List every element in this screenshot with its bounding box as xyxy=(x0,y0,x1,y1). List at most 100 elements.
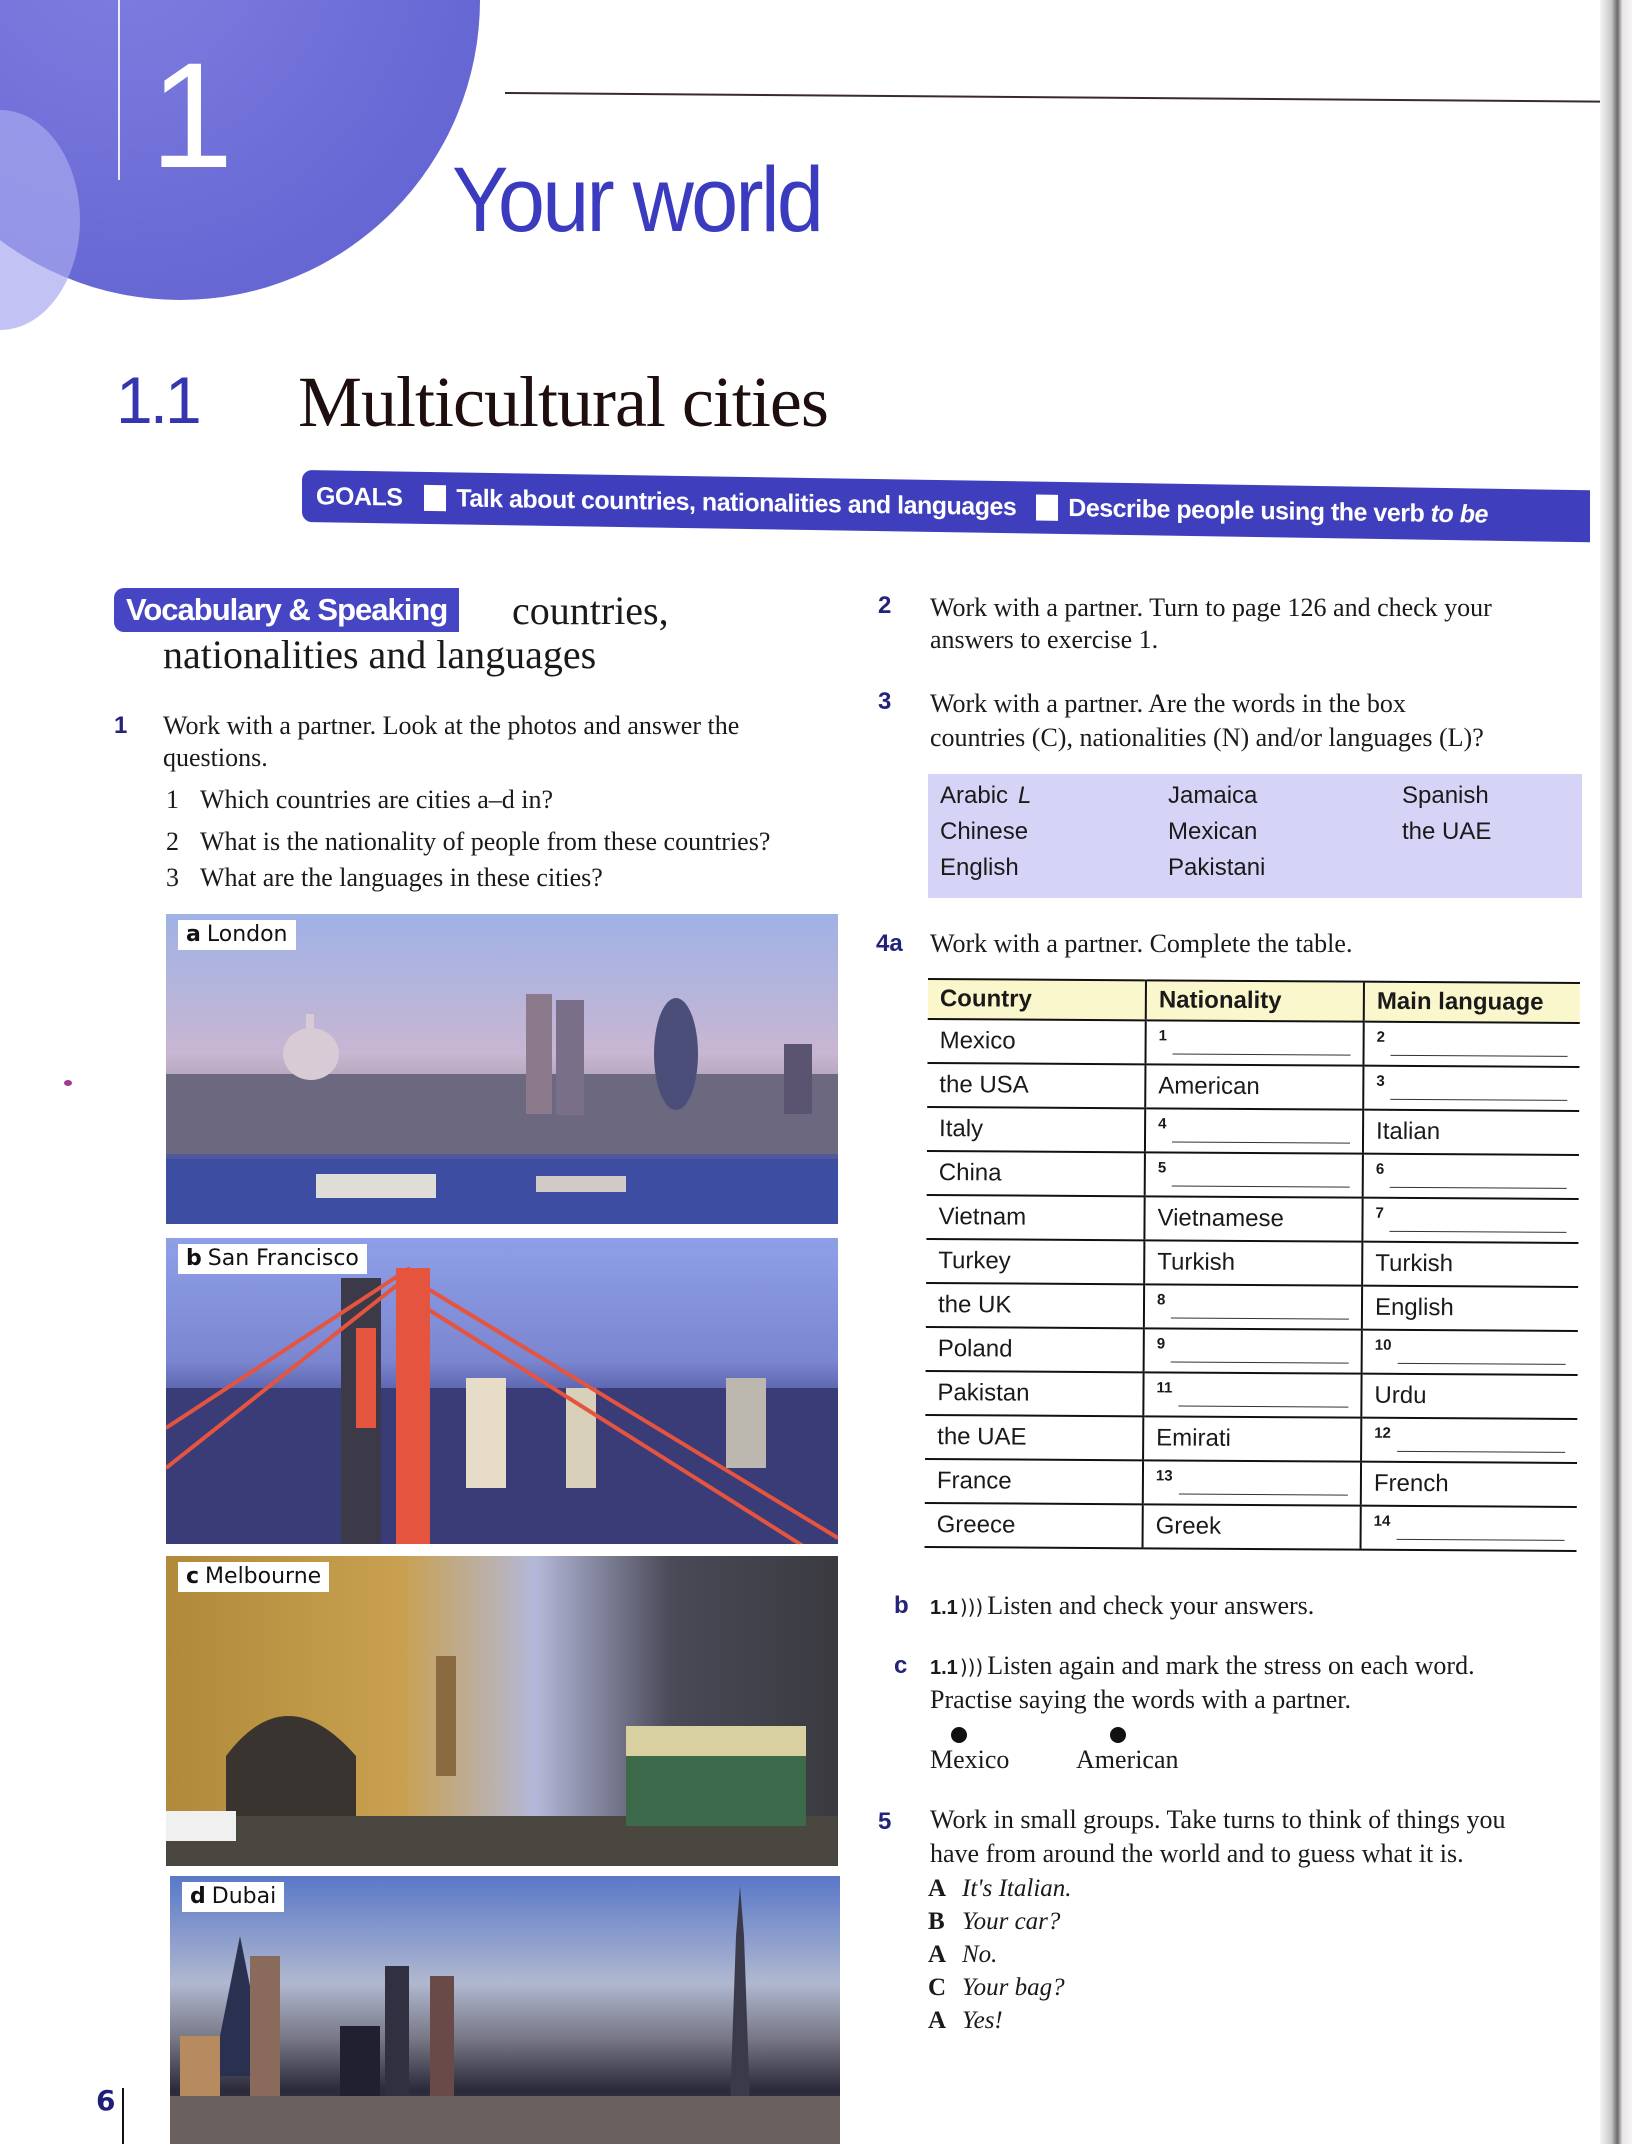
table-row: Turkey Turkish Turkish xyxy=(926,1238,1579,1287)
speaker-label: C xyxy=(928,1974,947,2001)
photo-caption: b San Francisco xyxy=(178,1244,367,1274)
stress-dot-icon xyxy=(1110,1727,1126,1743)
exercise-number: 3 xyxy=(878,688,892,715)
answer-blank[interactable]: 2 xyxy=(1377,1028,1568,1057)
question-number: 3 xyxy=(166,863,179,892)
country-cell: Italy xyxy=(926,1106,1146,1153)
photo-dubai: d Dubai xyxy=(170,1876,840,2144)
answer-blank[interactable]: 14 xyxy=(1374,1512,1565,1541)
word-item: Arabic L xyxy=(940,778,1031,814)
photo-city: London xyxy=(206,922,288,947)
column-header: Main language xyxy=(1363,981,1580,1023)
answer-blank[interactable]: 5 xyxy=(1158,1159,1350,1188)
nationality-blank-cell: 9 xyxy=(1143,1328,1362,1374)
nationality-blank-cell: 13 xyxy=(1142,1460,1362,1506)
answer-line[interactable] xyxy=(1172,1118,1351,1144)
speaker-label: A xyxy=(928,2007,947,2034)
answer-line[interactable] xyxy=(1172,1162,1350,1188)
blank-number: 4 xyxy=(1158,1114,1167,1132)
nationality-cell: Vietnamese xyxy=(1144,1196,1363,1242)
dialogue-text: It's Italian. xyxy=(962,1875,1072,1902)
question-item: 1 Which countries are cities a–d in? xyxy=(166,784,553,816)
language-blank-cell: 10 xyxy=(1361,1329,1578,1375)
answer-line[interactable] xyxy=(1396,1516,1565,1541)
goal-emphasis: to be xyxy=(1430,499,1488,529)
answer-line[interactable] xyxy=(1172,1030,1351,1056)
san-francisco-bridge-illustration xyxy=(166,1266,838,1544)
answer-line[interactable] xyxy=(1397,1340,1566,1365)
language-cell: Turkish xyxy=(1362,1241,1579,1287)
word-item: Jamaica xyxy=(1168,782,1258,809)
exercise-instruction: questions. xyxy=(163,743,268,772)
audio-waves-icon[interactable]: ))) xyxy=(960,1655,983,1679)
answer-blank[interactable]: 6 xyxy=(1376,1160,1567,1189)
answer-blank[interactable]: 1 xyxy=(1159,1027,1351,1056)
answer-blank[interactable]: 9 xyxy=(1157,1335,1349,1364)
answer-line[interactable] xyxy=(1390,1076,1568,1101)
section-tag: Vocabulary & Speaking xyxy=(114,588,460,632)
word-item: Pakistani xyxy=(1168,854,1266,881)
language-blank-cell: 7 xyxy=(1362,1197,1579,1243)
table-row: the UK 8 English xyxy=(925,1282,1579,1331)
answer-line[interactable] xyxy=(1389,1208,1567,1233)
goal-item: Talk about countries, nationalities and … xyxy=(456,483,1017,521)
audio-track-number: 1.1 xyxy=(930,1657,958,1679)
photo-letter: c xyxy=(186,1564,200,1589)
answer-blank[interactable]: 13 xyxy=(1156,1467,1348,1496)
question-item: 3 What are the languages in these cities? xyxy=(166,862,603,894)
country-cell: Pakistan xyxy=(925,1370,1144,1417)
exercise-instruction: have from around the world and to guess … xyxy=(930,1839,1464,1868)
answer-blank[interactable]: 11 xyxy=(1156,1379,1349,1408)
table-header-row: Country Nationality Main language xyxy=(927,979,1580,1023)
nationality-cell: Emirati xyxy=(1143,1416,1362,1462)
table-row: Vietnam Vietnamese 7 xyxy=(926,1194,1579,1243)
dialogue-text: No. xyxy=(962,1941,998,1968)
answer-blank[interactable]: 8 xyxy=(1157,1291,1350,1320)
london-skyline-illustration xyxy=(166,994,838,1224)
answer-line[interactable] xyxy=(1171,1338,1349,1364)
answer-blank[interactable]: 4 xyxy=(1158,1115,1351,1144)
blank-number: 12 xyxy=(1374,1424,1391,1442)
answer-blank[interactable]: 10 xyxy=(1375,1336,1566,1365)
answer-line[interactable] xyxy=(1171,1294,1350,1320)
table-row: the USA American 3 xyxy=(927,1062,1580,1111)
stress-example-word: American xyxy=(1076,1745,1179,1774)
checkbox-square-icon xyxy=(1036,494,1059,521)
melbourne-street-illustration xyxy=(166,1656,838,1866)
answer-line[interactable] xyxy=(1178,1471,1348,1496)
exercise-instruction: Work in small groups. Take turns to thin… xyxy=(930,1805,1506,1834)
audio-waves-icon[interactable]: ))) xyxy=(960,1595,983,1619)
table-row: the UAE Emirati 12 xyxy=(925,1414,1578,1463)
dialogue-line: B Your car? xyxy=(928,1905,1072,1938)
word-box: Arabic L Chinese English Jamaica Mexican … xyxy=(928,774,1582,898)
word-column: Spanish the UAE xyxy=(1402,778,1491,850)
answer-blank[interactable]: 7 xyxy=(1375,1204,1567,1233)
answer-line[interactable] xyxy=(1390,1164,1567,1189)
table-row: France 13 French xyxy=(924,1458,1578,1507)
answer-line[interactable] xyxy=(1178,1383,1349,1408)
language-cell: English xyxy=(1361,1285,1579,1331)
nationality-cell: Turkish xyxy=(1144,1240,1363,1286)
language-blank-cell: 3 xyxy=(1363,1065,1580,1111)
question-number: 2 xyxy=(166,827,179,856)
photo-city: San Francisco xyxy=(207,1246,359,1271)
answer-line[interactable] xyxy=(1390,1032,1568,1057)
table-row: Pakistan 11 Urdu xyxy=(925,1370,1578,1419)
answer-blank[interactable]: 12 xyxy=(1374,1424,1566,1453)
country-cell: Vietnam xyxy=(926,1194,1145,1241)
dialogue-line: C Your bag? xyxy=(928,1971,1072,2004)
photo-caption: a London xyxy=(178,920,296,950)
example-dialogue: A It's Italian. B Your car? A No. C Your bag… xyxy=(928,1872,1072,2037)
country-cell: Mexico xyxy=(927,1018,1146,1065)
photo-city: Dubai xyxy=(211,1884,277,1909)
photo-caption: d Dubai xyxy=(182,1882,285,1912)
language-blank-cell: 6 xyxy=(1362,1153,1579,1199)
exercise-instruction: answers to exercise 1. xyxy=(930,625,1159,654)
answer-blank[interactable]: 3 xyxy=(1376,1072,1568,1101)
answer-line[interactable] xyxy=(1396,1428,1566,1453)
word-item: Chinese xyxy=(940,818,1029,845)
blank-number: 11 xyxy=(1156,1378,1173,1397)
photo-letter: a xyxy=(186,922,201,947)
blank-number: 13 xyxy=(1155,1466,1173,1485)
stress-dot-icon xyxy=(951,1727,967,1743)
